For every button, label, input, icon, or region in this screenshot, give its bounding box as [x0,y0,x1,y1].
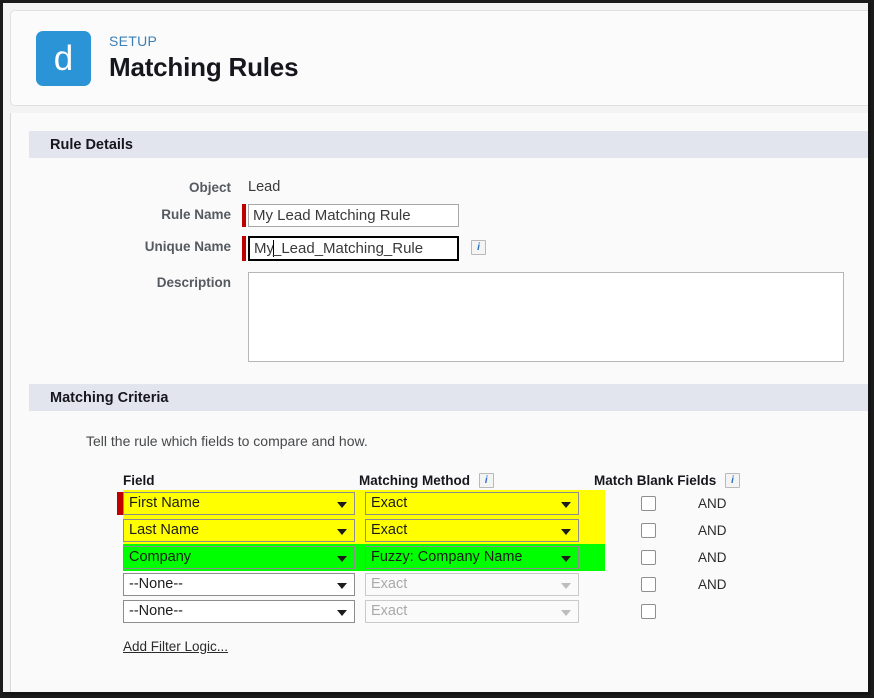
criteria-row: --None-- Exact [117,598,868,625]
description-label: Description [156,275,231,290]
field-select-2[interactable]: Last Name [123,519,355,542]
matching-method-select-1[interactable]: Exact [365,492,579,515]
matching-method-select-2[interactable]: Exact [365,519,579,542]
chevron-down-icon [561,501,571,508]
app-logo-tile: d [36,30,91,86]
unique-name-input[interactable]: My_Lead_Matching_Rule [248,236,459,261]
logic-connector-label: AND [698,523,727,538]
info-icon[interactable]: i [471,240,486,255]
setup-eyebrow: SETUP [109,33,158,49]
logic-connector-label: AND [698,577,727,592]
logic-connector-label: AND [698,496,727,511]
wrap: Exact [365,600,579,623]
page-header: d SETUP Matching Rules [10,10,868,106]
wrap: First Name [123,492,355,515]
field-row-description: Description [29,272,868,362]
chevron-down-icon [561,528,571,535]
wrap: Company [123,546,355,569]
column-header-match-blank-fields-label: Match Blank Fields [594,473,717,488]
chevron-down-icon [337,501,347,508]
chevron-down-icon [337,609,347,616]
chevron-down-icon [561,555,571,562]
wrap: Exact [365,573,579,596]
unique-name-label: Unique Name [144,239,231,254]
criteria-row: --None-- Exact AND [117,571,868,598]
matching-method-select-4: Exact [365,573,579,596]
section-title-rule-details: Rule Details [50,136,133,153]
section-title-matching-criteria: Matching Criteria [50,389,169,406]
chevron-down-icon [561,609,571,616]
object-label: Object [188,180,231,195]
criteria-rows: First Name Exact AND Last Name Exact AND Compa… [117,490,868,625]
wrap: Exact [365,492,579,515]
section-header-matching-criteria: Matching Criteria [29,384,868,411]
match-blank-fields-checkbox-4[interactable] [641,577,656,592]
info-icon[interactable]: i [725,473,741,488]
content-panel: Rule Details Object Lead Rule Name My Le… [10,113,868,692]
match-blank-fields-checkbox-2[interactable] [641,523,656,538]
logic-connector-label: AND [698,550,727,565]
column-header-matching-method: Matching Method i [359,473,594,488]
section-header-rule-details: Rule Details [29,131,868,158]
app-window: d SETUP Matching Rules Rule Details Obje… [3,3,871,695]
rule-name-label: Rule Name [161,207,231,222]
description-textarea[interactable] [248,272,844,362]
field-row-object: Object Lead [29,177,868,195]
header-text-group: SETUP Matching Rules [109,33,299,83]
page-title: Matching Rules [109,52,299,82]
criteria-column-headers: Field Matching Method i Match Blank Fiel… [117,471,868,490]
wrap: Exact [365,519,579,542]
match-blank-fields-checkbox-5[interactable] [641,604,656,619]
rule-details-panel: Rule Details Object Lead Rule Name My Le… [29,131,868,362]
object-value: Lead [248,179,281,195]
chevron-down-icon [561,582,571,589]
column-header-matching-method-label: Matching Method [359,473,470,488]
matching-method-select-5: Exact [365,600,579,623]
wrap: --None-- [123,573,355,596]
field-select-3[interactable]: Company [123,546,355,569]
wrap: Fuzzy: Company Name [365,546,579,569]
chevron-down-icon [337,555,347,562]
field-row-unique-name: Unique Name My_Lead_Matching_Rule i [29,236,868,261]
matching-criteria-panel: Matching Criteria Tell the rule which fi… [29,384,868,656]
wrap: Last Name [123,519,355,542]
criteria-row: First Name Exact AND [117,490,868,517]
column-header-field: Field [123,473,155,488]
field-select-1[interactable]: First Name [123,492,355,515]
unique-name-text-after: _Lead_Matching_Rule [273,240,424,257]
column-header-match-blank-fields: Match Blank Fields i [594,473,744,488]
criteria-helper-text: Tell the rule which fields to compare an… [86,433,368,449]
match-blank-fields-checkbox-3[interactable] [641,550,656,565]
criteria-table: Field Matching Method i Match Blank Fiel… [29,449,868,656]
rule-name-input[interactable]: My Lead Matching Rule [248,204,459,227]
chevron-down-icon [337,582,347,589]
required-marker [242,204,246,227]
criteria-row: Company Fuzzy: Company Name AND [117,544,868,571]
matching-method-select-3[interactable]: Fuzzy: Company Name [365,546,579,569]
info-icon[interactable]: i [478,473,494,488]
chevron-down-icon [337,528,347,535]
criteria-row: Last Name Exact AND [117,517,868,544]
match-blank-fields-checkbox-1[interactable] [641,496,656,511]
required-marker [242,236,246,261]
unique-name-text-before: My [254,240,274,257]
wrap: --None-- [123,600,355,623]
field-select-4[interactable]: --None-- [123,573,355,596]
add-filter-logic-link[interactable]: Add Filter Logic... [123,639,228,654]
field-select-5[interactable]: --None-- [123,600,355,623]
field-row-rule-name: Rule Name My Lead Matching Rule [29,204,868,227]
